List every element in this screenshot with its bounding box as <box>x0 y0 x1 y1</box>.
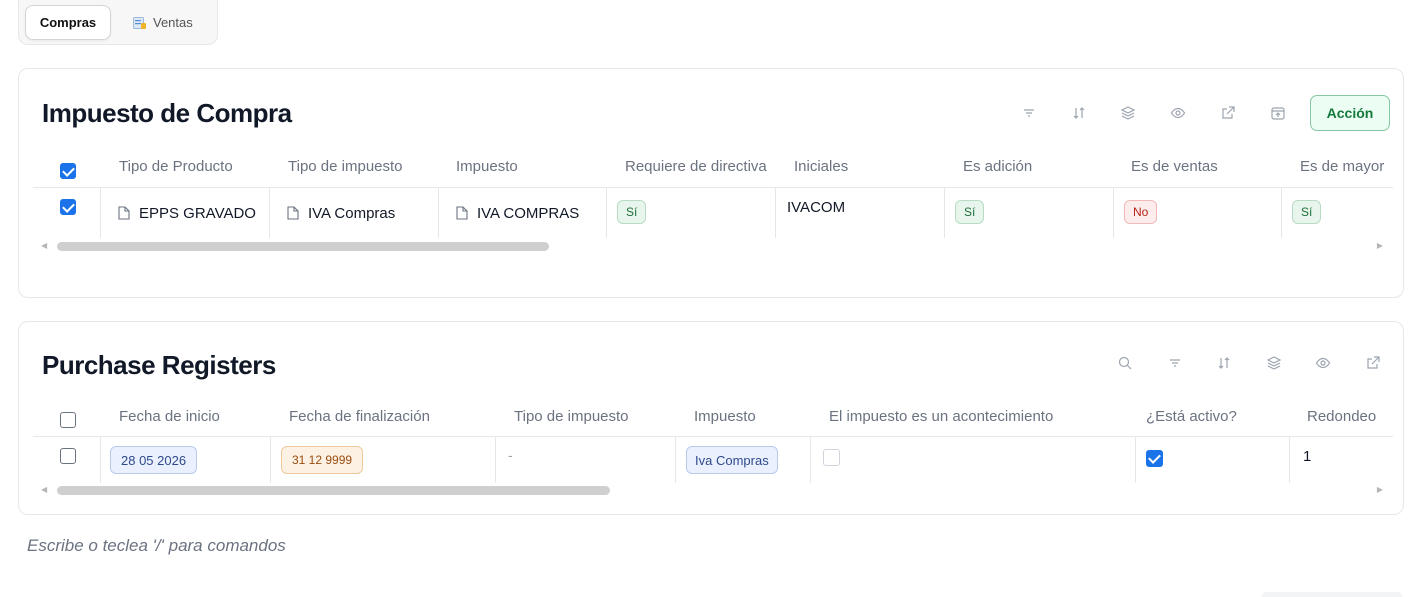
tax-badge: Iva Compras <box>686 446 778 474</box>
tab-bar: Compras Ventas <box>18 0 218 45</box>
row-checkbox[interactable] <box>60 448 76 464</box>
impuesto-compra-title: Impuesto de Compra <box>42 98 292 128</box>
impuesto-compra-card: Impuesto de Compra Acción Tipo de Produc… <box>18 68 1404 298</box>
header-redondeo[interactable]: Redondeo <box>1307 408 1393 425</box>
sort-icon[interactable] <box>1071 105 1087 121</box>
external-link-icon[interactable] <box>1365 355 1381 371</box>
tab-ventas-label: Ventas <box>153 15 193 30</box>
filter-icon[interactable] <box>1167 355 1183 371</box>
impuesto-compra-header-row: Tipo de Producto Tipo de impuesto Impues… <box>33 152 1393 182</box>
header-es-adicion[interactable]: Es adición <box>963 158 1113 175</box>
header-impuesto[interactable]: Impuesto <box>456 158 611 175</box>
sheet-icon <box>133 16 146 29</box>
cell-es-acontecimiento[interactable] <box>811 437 1136 483</box>
header-iniciales[interactable]: Iniciales <box>794 158 944 175</box>
select-all-checkbox[interactable] <box>60 412 76 428</box>
header-fecha-finalizacion[interactable]: Fecha de finalización <box>289 408 489 425</box>
command-input-placeholder[interactable]: Escribe o teclea '/' para comandos <box>27 536 286 556</box>
archive-upload-icon[interactable] <box>1270 105 1286 121</box>
sort-icon[interactable] <box>1216 355 1232 371</box>
scroll-right-icon[interactable]: ▶ <box>1377 241 1383 250</box>
yes-badge: Sí <box>955 200 985 224</box>
horizontal-scrollbar[interactable]: ◀ ▶ <box>41 485 1383 495</box>
document-icon <box>456 206 468 220</box>
tipo-impuesto-value: IVA Compras <box>308 205 396 222</box>
footer-ghost-bar <box>1262 592 1402 597</box>
purchase-registers-card: Purchase Registers Fecha de inicio Fecha… <box>18 321 1404 515</box>
document-icon <box>287 206 299 220</box>
cell-redondeo[interactable]: 1 <box>1290 437 1393 483</box>
tab-compras-label: Compras <box>39 15 97 30</box>
cell-impuesto[interactable]: Iva Compras <box>676 437 811 483</box>
impuesto-value: IVA COMPRAS <box>477 205 580 222</box>
layers-icon[interactable] <box>1120 105 1136 121</box>
cell-es-mayor[interactable]: Sí <box>1282 188 1393 238</box>
tipo-impuesto-value: - <box>508 447 513 463</box>
scrollbar-thumb[interactable] <box>57 242 549 251</box>
row-select-cell <box>33 437 101 483</box>
header-impuesto[interactable]: Impuesto <box>694 408 814 425</box>
row-select-cell <box>33 188 101 238</box>
table-row[interactable]: EPPS GRAVADO IVA Compras IVA COMPRAS Sí … <box>33 187 1393 238</box>
tipo-producto-value: EPPS GRAVADO <box>139 205 256 222</box>
yes-badge: Sí <box>1292 200 1322 224</box>
cell-esta-activo[interactable] <box>1136 437 1290 483</box>
cell-es-ventas[interactable]: No <box>1114 188 1282 238</box>
cell-impuesto[interactable]: IVA COMPRAS <box>439 188 607 238</box>
scroll-left-icon[interactable]: ◀ <box>41 241 47 250</box>
no-badge: No <box>1124 200 1158 224</box>
scroll-right-icon[interactable]: ▶ <box>1377 485 1383 494</box>
cell-fecha-inicio[interactable]: 28 05 2026 <box>101 437 271 483</box>
filter-icon[interactable] <box>1021 105 1037 121</box>
external-link-icon[interactable] <box>1220 105 1236 121</box>
header-es-mayor[interactable]: Es de mayor <box>1300 158 1393 175</box>
row-checkbox[interactable] <box>60 199 76 215</box>
cell-iniciales[interactable]: IVACOM <box>776 188 945 238</box>
tab-ventas[interactable]: Ventas <box>131 5 193 40</box>
document-icon <box>118 206 130 220</box>
header-esta-activo[interactable]: ¿Está activo? <box>1146 408 1286 425</box>
purchase-registers-title: Purchase Registers <box>42 350 276 380</box>
header-tipo-producto[interactable]: Tipo de Producto <box>119 158 274 175</box>
header-tipo-impuesto[interactable]: Tipo de impuesto <box>514 408 684 425</box>
acontecimiento-checkbox[interactable] <box>823 449 840 466</box>
scrollbar-thumb[interactable] <box>57 486 610 495</box>
header-fecha-inicio[interactable]: Fecha de inicio <box>119 408 284 425</box>
date-badge: 31 12 9999 <box>281 446 364 474</box>
search-icon[interactable] <box>1117 355 1133 371</box>
cell-es-adicion[interactable]: Sí <box>945 188 1114 238</box>
cell-requiere-directiva[interactable]: Sí <box>607 188 776 238</box>
horizontal-scrollbar[interactable]: ◀ ▶ <box>41 241 1383 251</box>
cell-tipo-impuesto[interactable]: - <box>496 437 676 483</box>
eye-icon[interactable] <box>1315 355 1331 371</box>
select-all-checkbox[interactable] <box>60 163 76 179</box>
date-badge: 28 05 2026 <box>110 446 198 474</box>
purchase-registers-header-row: Fecha de inicio Fecha de finalización Ti… <box>33 402 1393 432</box>
yes-badge: Sí <box>617 200 647 224</box>
header-es-acontecimiento[interactable]: El impuesto es un acontecimiento <box>829 408 1129 425</box>
activo-checkbox[interactable] <box>1146 450 1163 467</box>
page: Compras Ventas Impuesto de Compra Acción… <box>0 0 1425 597</box>
scroll-left-icon[interactable]: ◀ <box>41 485 47 494</box>
tab-compras[interactable]: Compras <box>25 5 111 40</box>
layers-icon[interactable] <box>1266 355 1282 371</box>
header-es-ventas[interactable]: Es de ventas <box>1131 158 1281 175</box>
accion-button[interactable]: Acción <box>1310 95 1390 131</box>
iniciales-value: IVACOM <box>787 199 846 216</box>
eye-icon[interactable] <box>1170 105 1186 121</box>
cell-tipo-impuesto[interactable]: IVA Compras <box>270 188 439 238</box>
cell-fecha-finalizacion[interactable]: 31 12 9999 <box>271 437 496 483</box>
header-tipo-impuesto[interactable]: Tipo de impuesto <box>288 158 443 175</box>
header-requiere-directiva[interactable]: Requiere de directiva <box>625 158 775 175</box>
table-row[interactable]: 28 05 2026 31 12 9999 - Iva Compras 1 <box>33 436 1393 483</box>
redondeo-value: 1 <box>1303 448 1312 465</box>
cell-tipo-producto[interactable]: EPPS GRAVADO <box>101 188 270 238</box>
